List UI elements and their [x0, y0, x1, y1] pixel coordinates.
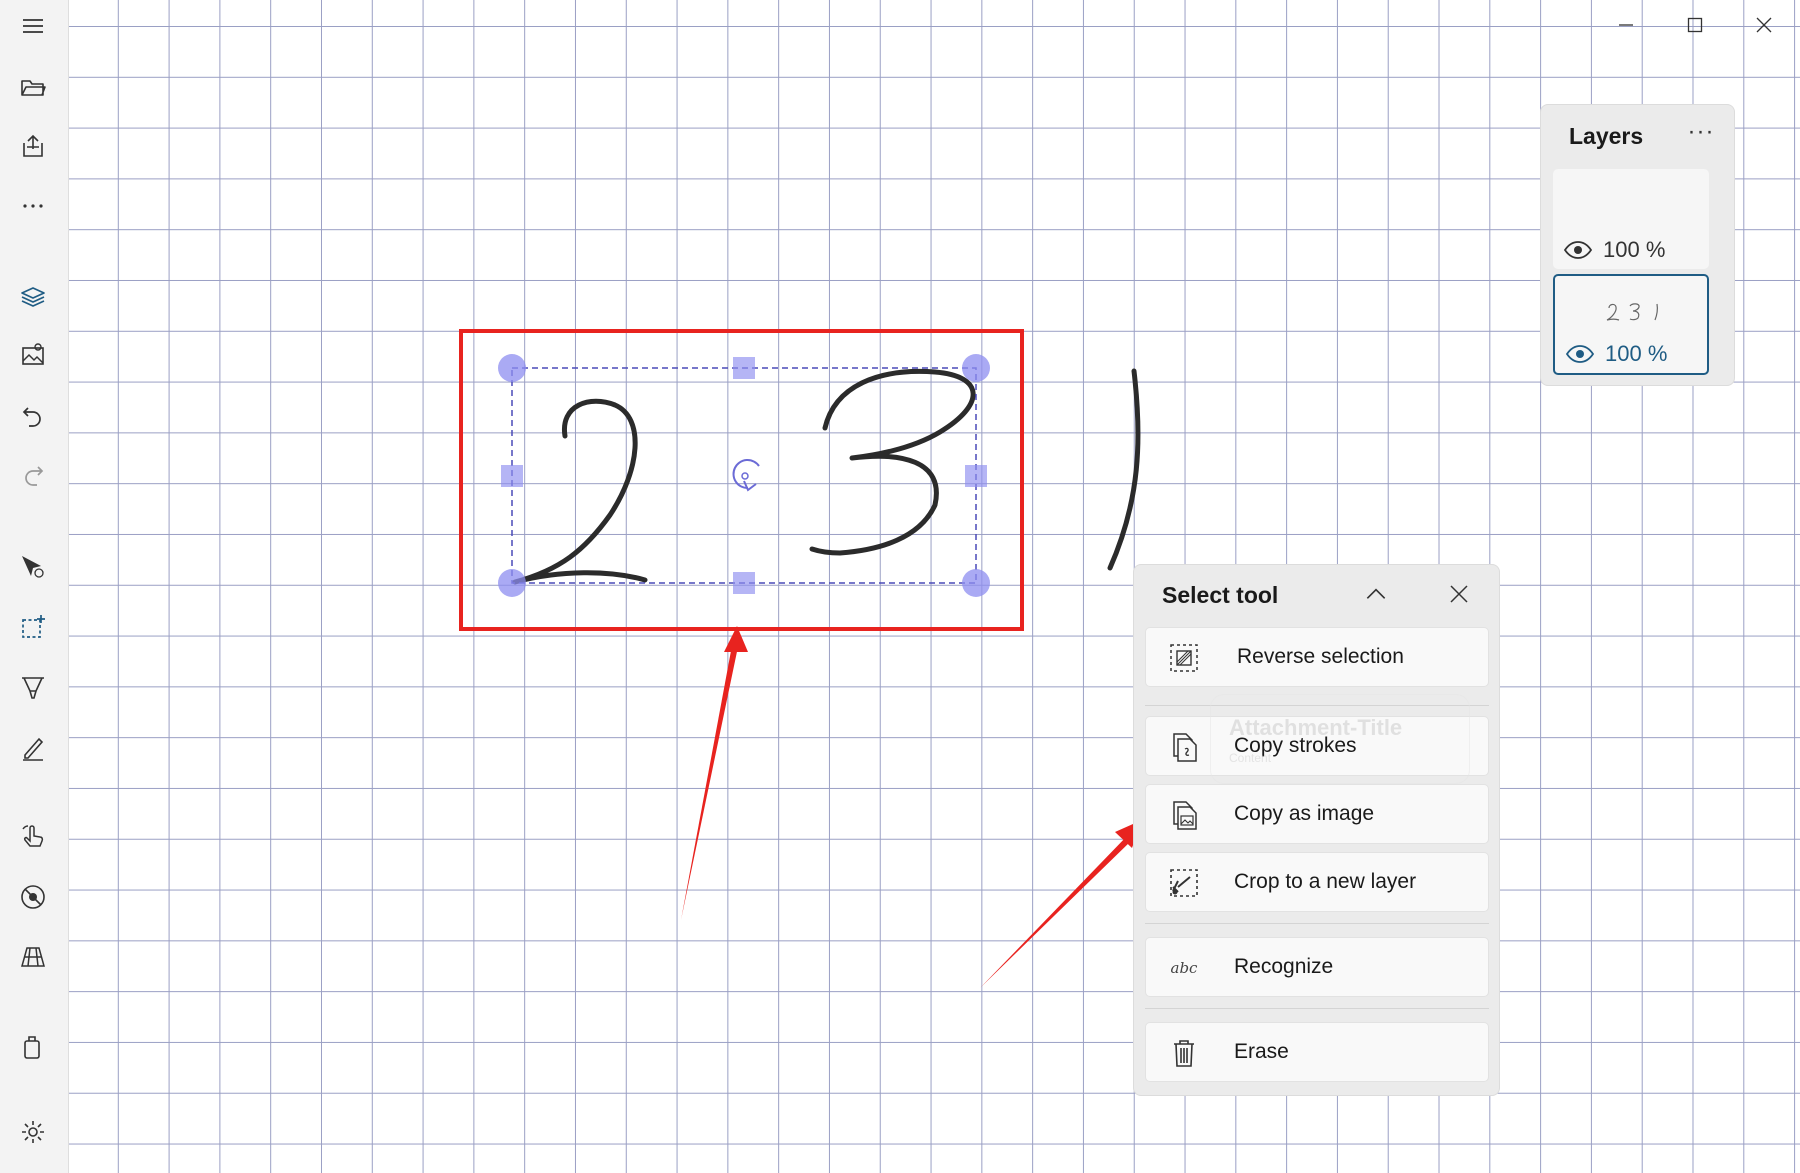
select-tool-title: Select tool — [1162, 582, 1279, 608]
eye-icon[interactable] — [1565, 344, 1595, 364]
touch-draw-icon[interactable] — [9, 814, 57, 858]
layers-more-button[interactable]: ··· — [1681, 117, 1721, 147]
lasso-select-icon[interactable] — [9, 605, 57, 649]
layers-title: Layers — [1569, 123, 1644, 149]
ruler-protractor-icon[interactable] — [9, 875, 57, 919]
left-toolbar — [0, 0, 69, 1173]
layers-panel: Layers ··· 100 % 100 % — [1540, 104, 1735, 386]
crop-to-new-layer-button[interactable]: Crop to a new layer — [1145, 852, 1489, 912]
close-panel-button[interactable] — [1441, 577, 1477, 611]
close-icon[interactable] — [1739, 8, 1789, 42]
copy-strokes-icon — [1168, 731, 1200, 763]
export-icon[interactable] — [9, 124, 57, 168]
pen-icon[interactable] — [9, 726, 57, 770]
reverse-selection-icon — [1168, 642, 1200, 674]
layer-opacity: 100 % — [1605, 341, 1668, 366]
menu-item-label: Copy as image — [1234, 802, 1375, 825]
attachment-title: Attachment-Title — [1229, 715, 1403, 740]
grid-perspective-icon[interactable] — [9, 935, 57, 979]
crop-layer-icon — [1168, 867, 1200, 899]
menu-item-label: Crop to a new layer — [1234, 870, 1417, 893]
clear-canvas-icon[interactable] — [9, 1025, 57, 1069]
chevron-up-icon — [1366, 588, 1386, 599]
menu-icon[interactable] — [9, 4, 57, 48]
trash-icon — [1168, 1037, 1200, 1069]
close-icon — [1450, 585, 1468, 603]
attachment-subtitle: Content — [1229, 751, 1272, 765]
erase-button[interactable]: Erase — [1145, 1022, 1489, 1082]
copy-as-image-button[interactable]: Copy as image — [1145, 784, 1489, 844]
menu-divider — [1145, 1008, 1489, 1009]
insert-image-icon[interactable] — [9, 333, 57, 377]
reverse-selection-button[interactable]: Reverse selection — [1145, 627, 1489, 687]
layer-visibility: 100 % — [1563, 237, 1665, 263]
layer-item[interactable]: 100 % — [1553, 169, 1709, 269]
menu-item-label: Erase — [1234, 1040, 1289, 1063]
layers-icon[interactable] — [9, 275, 57, 319]
menu-item-label: Reverse selection — [1237, 645, 1404, 668]
select-tool-panel: Select tool Reverse selection Copy strok… — [1133, 564, 1500, 1096]
select-move-icon[interactable] — [9, 545, 57, 589]
layer-opacity: 100 % — [1603, 237, 1666, 262]
recognize-icon: abc — [1170, 959, 1198, 977]
attachment-card-ghost: Attachment-Title Content — [1210, 694, 1470, 784]
open-folder-icon[interactable] — [9, 65, 57, 109]
recognize-button[interactable]: abc Recognize — [1145, 937, 1489, 997]
redo-icon[interactable] — [9, 453, 57, 497]
layer-visibility: 100 % — [1565, 341, 1667, 367]
maximize-icon[interactable] — [1670, 8, 1720, 42]
layer-thumbnail — [1606, 303, 1658, 321]
more-icon[interactable] — [9, 184, 57, 228]
settings-icon[interactable] — [9, 1110, 57, 1154]
copy-as-image-icon — [1168, 799, 1200, 831]
menu-divider — [1145, 923, 1489, 924]
collapse-button[interactable] — [1358, 577, 1394, 611]
layer-item-selected[interactable]: 100 % — [1553, 274, 1709, 375]
minimize-icon[interactable] — [1601, 8, 1651, 42]
menu-item-label: Recognize — [1234, 955, 1334, 978]
highlighter-icon[interactable] — [9, 665, 57, 709]
undo-icon[interactable] — [9, 394, 57, 438]
eye-icon[interactable] — [1563, 240, 1593, 260]
